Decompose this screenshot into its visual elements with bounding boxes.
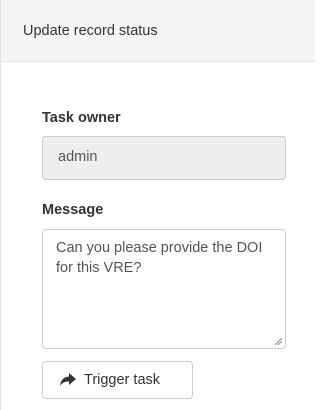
share-forward-icon	[60, 373, 76, 386]
panel-title: Update record status	[23, 23, 158, 39]
task-owner-field: admin	[42, 136, 286, 180]
message-textarea[interactable]: Can you please provide the DOI for this …	[42, 229, 286, 349]
message-label: Message	[42, 202, 104, 218]
panel-header: Update record status	[1, 0, 315, 62]
update-status-panel: Update record status Task owner admin Me…	[0, 0, 315, 410]
task-owner-label: Task owner	[42, 110, 121, 126]
message-text: Can you please provide the DOI for this …	[56, 240, 263, 276]
trigger-task-button[interactable]: Trigger task	[42, 361, 193, 399]
trigger-task-label: Trigger task	[84, 372, 161, 388]
resize-handle-icon[interactable]	[274, 337, 282, 345]
